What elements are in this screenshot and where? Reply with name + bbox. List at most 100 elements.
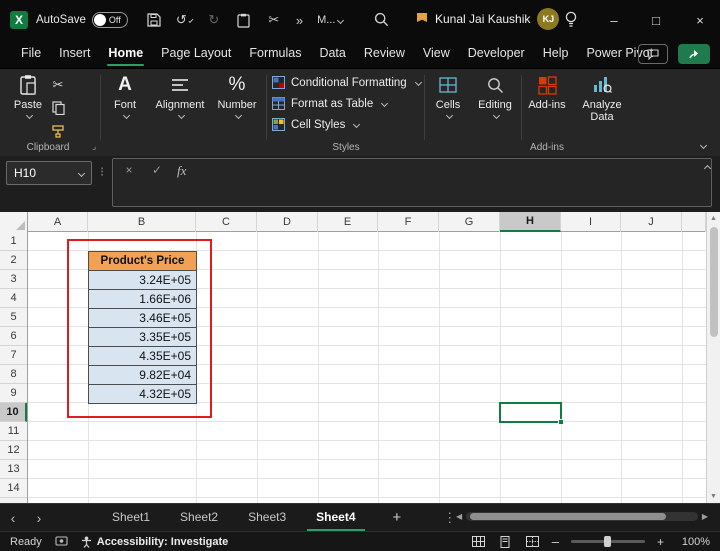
insert-function-icon[interactable]: fx [177,163,186,179]
tab-formulas[interactable]: Formulas [240,40,310,68]
select-all-corner[interactable] [0,212,28,232]
cell-styles-button[interactable]: Cell Styles [272,116,421,133]
row-header-4[interactable]: 4 [0,289,27,308]
autosave-control[interactable]: AutoSave Off [36,12,128,28]
editing-group-button[interactable]: Editing [472,73,518,118]
autosave-toggle[interactable]: Off [92,12,128,28]
close-button[interactable]: × [682,0,718,40]
accessibility-status[interactable]: Accessibility: Investigate [81,536,228,548]
tab-view[interactable]: View [414,40,459,68]
tab-file[interactable]: File [12,40,50,68]
format-as-table-button[interactable]: Format as Table [272,95,421,112]
selected-cell-h10[interactable] [499,402,562,423]
row-header-6[interactable]: 6 [0,327,27,346]
qat-more-menu[interactable]: M... [317,14,343,26]
tab-home[interactable]: Home [99,40,152,68]
column-header-d[interactable]: D [257,212,318,232]
sheet-tab-sheet3[interactable]: Sheet3 [233,504,301,532]
copy-icon[interactable] [50,100,66,116]
tab-insert[interactable]: Insert [50,40,99,68]
scroll-down-icon[interactable]: ▼ [710,490,717,503]
hscroll-track[interactable] [466,512,698,521]
normal-view-icon[interactable] [471,535,486,548]
row-header-9[interactable]: 9 [0,384,27,403]
zoom-in-icon[interactable]: + [657,535,664,549]
fill-handle[interactable] [558,419,564,425]
cancel-formula-icon[interactable]: × [121,163,137,177]
analyze-data-button[interactable]: Analyze Data [576,73,628,123]
ribbon-collapse-icon[interactable] [700,142,707,149]
tab-page-layout[interactable]: Page Layout [152,40,240,68]
page-break-view-icon[interactable] [525,535,540,548]
column-header-b[interactable]: B [88,212,196,232]
search-icon[interactable] [374,12,389,27]
row-header-7[interactable]: 7 [0,346,27,365]
column-header-partial[interactable] [682,212,706,232]
column-header-j[interactable]: J [621,212,682,232]
lightbulb-icon[interactable] [564,11,578,28]
column-header-a[interactable]: A [28,212,88,232]
addins-button[interactable]: Add-ins [525,73,569,111]
sheet-tab-sheet2[interactable]: Sheet2 [165,504,233,532]
clipboard-dialog-launcher-icon[interactable]: ⌟ [92,141,96,152]
zoom-out-icon[interactable]: – [552,534,559,549]
comments-button[interactable] [638,44,668,64]
share-button[interactable] [678,44,710,64]
excel-logo-icon[interactable]: X [10,11,28,29]
save-icon[interactable] [146,12,162,28]
sheet-tab-sheet4[interactable]: Sheet4 [301,504,370,532]
account-area[interactable]: Kunal Jai Kaushik KJ [416,8,559,30]
column-header-f[interactable]: F [378,212,439,232]
format-painter-icon[interactable] [50,123,66,139]
cells-group-button[interactable]: Cells [428,73,468,118]
tab-help[interactable]: Help [534,40,578,68]
vertical-scrollbar[interactable]: ▲ ▼ [706,212,720,503]
zoom-level[interactable]: 100% [676,536,710,548]
zoom-slider[interactable] [571,540,645,543]
number-group-button[interactable]: % Number [211,73,263,118]
conditional-formatting-button[interactable]: Conditional Formatting [272,74,421,91]
column-header-c[interactable]: C [196,212,257,232]
horizontal-scrollbar[interactable]: ◀ ▶ [456,512,708,521]
row-header-10[interactable]: 10 [0,403,27,422]
tab-developer[interactable]: Developer [459,40,534,68]
row-header-12[interactable]: 12 [0,441,27,460]
alignment-group-button[interactable]: Alignment [152,73,208,118]
row-header-11[interactable]: 11 [0,422,27,441]
row-header-13[interactable]: 13 [0,460,27,479]
name-box[interactable]: H10 [6,161,92,185]
qat-overflow-icon[interactable]: » [296,13,303,28]
avatar[interactable]: KJ [537,8,559,30]
column-header-i[interactable]: I [561,212,621,232]
sheet-options-icon[interactable]: ⋮ [443,510,456,526]
column-header-e[interactable]: E [318,212,378,232]
scroll-up-icon[interactable]: ▲ [710,212,717,225]
hscroll-left-icon[interactable]: ◀ [456,512,462,521]
sheet-nav-right-icon[interactable]: › [26,510,52,526]
paste-qat-icon[interactable] [236,12,252,28]
tab-review[interactable]: Review [355,40,414,68]
minimize-button[interactable]: – [596,0,632,40]
horizontal-scroll-thumb[interactable] [470,513,666,520]
column-header-h[interactable]: H [500,212,561,232]
zoom-slider-thumb[interactable] [604,536,611,547]
row-header-1[interactable]: 1 [0,232,27,251]
sheet-nav-left-icon[interactable]: ‹ [0,510,26,526]
font-group-button[interactable]: A Font [104,73,146,118]
tab-data[interactable]: Data [310,40,354,68]
row-header-3[interactable]: 3 [0,270,27,289]
row-header-8[interactable]: 8 [0,365,27,384]
formula-input[interactable] [198,163,703,202]
column-header-g[interactable]: G [439,212,500,232]
macro-record-icon[interactable] [54,535,69,548]
maximize-button[interactable]: □ [638,0,674,40]
enter-formula-icon[interactable]: ✓ [149,163,165,177]
row-header-14[interactable]: 14 [0,479,27,498]
undo-icon[interactable]: ↺ [176,12,192,28]
paste-button[interactable]: Paste [8,73,48,118]
cut-icon[interactable]: ✂ [266,12,282,28]
row-header-2[interactable]: 2 [0,251,27,270]
cut-ribbon-icon[interactable]: ✂ [50,77,66,93]
sheet-tab-sheet1[interactable]: Sheet1 [97,504,165,532]
add-sheet-button[interactable]: + [393,509,402,526]
